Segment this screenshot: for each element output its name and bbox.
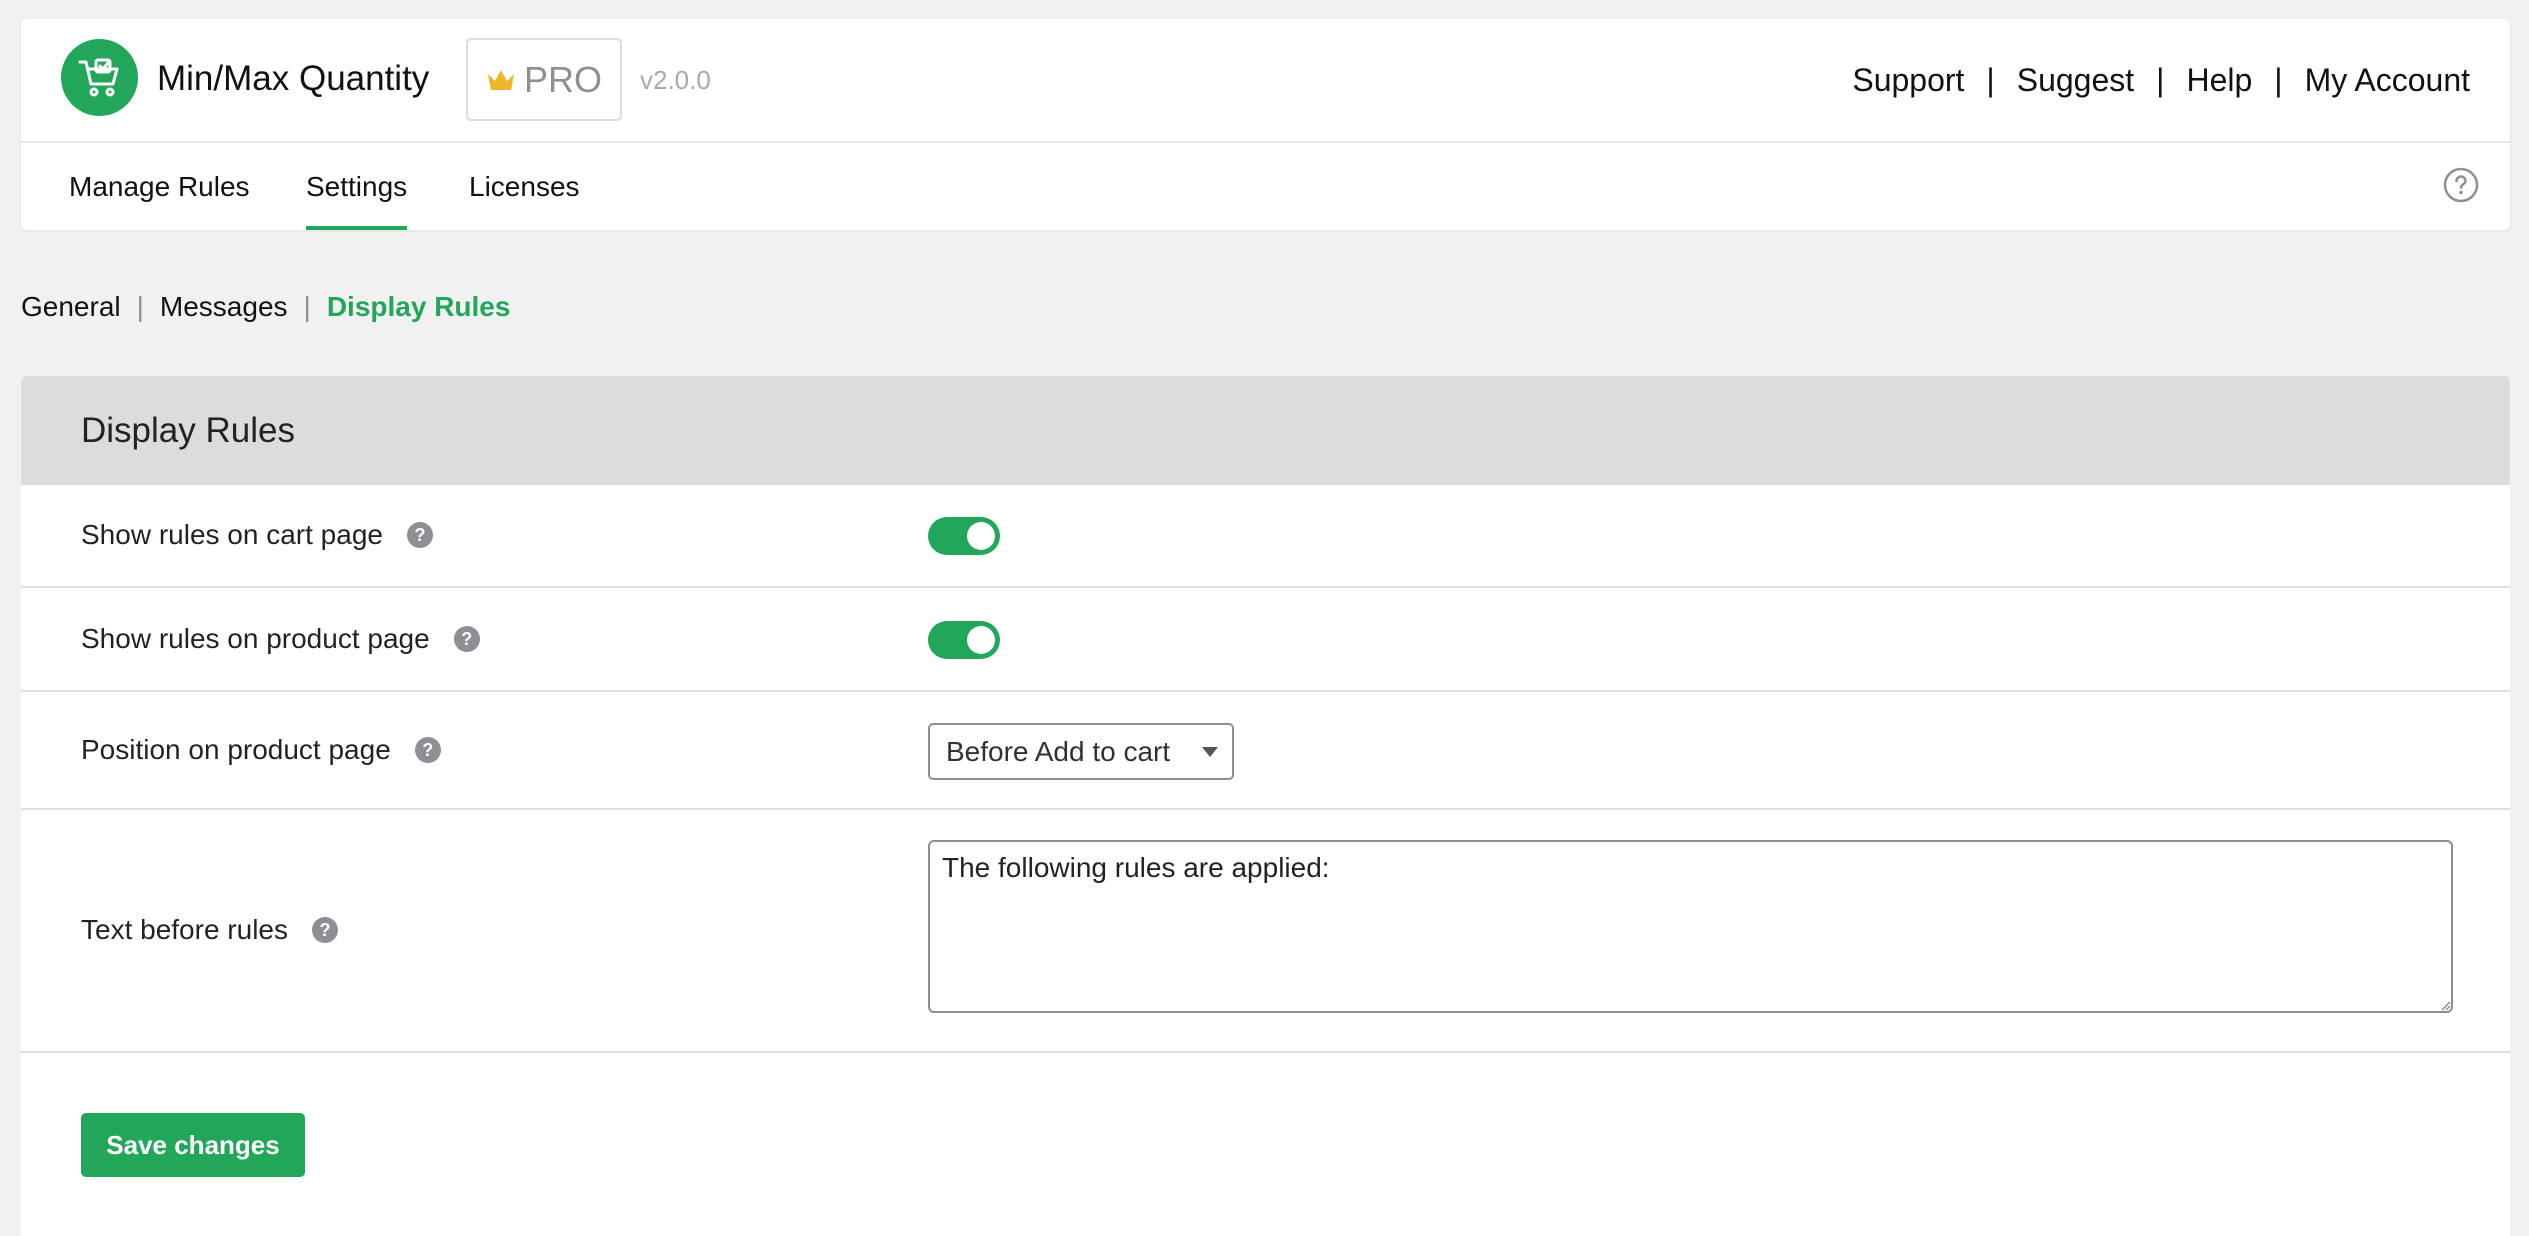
chevron-down-icon: [1202, 747, 1218, 757]
app-title: Min/Max Quantity: [157, 59, 430, 98]
tab-manage-rules[interactable]: Manage Rules: [69, 143, 250, 230]
setting-label: Show rules on product page ?: [81, 623, 480, 655]
crown-icon: [486, 59, 516, 101]
link-separator: |: [2156, 62, 2165, 98]
cart-page-label: Show rules on cart page: [81, 519, 383, 550]
cart-icon: [61, 39, 138, 116]
position-select[interactable]: Before Add to cart: [928, 723, 1234, 780]
subnav-separator: |: [303, 291, 311, 322]
pro-label: PRO: [523, 58, 602, 100]
section-title: Display Rules: [21, 376, 2510, 485]
subnav-separator: |: [136, 291, 144, 322]
cart-page-toggle[interactable]: [928, 517, 1000, 555]
product-page-label: Show rules on product page: [81, 623, 430, 654]
question-icon[interactable]: ?: [312, 917, 338, 943]
link-separator: |: [2274, 62, 2283, 98]
product-page-toggle[interactable]: [928, 621, 1000, 659]
link-separator: |: [1986, 62, 1995, 98]
support-link[interactable]: Support: [1852, 62, 1964, 99]
header-card: Min/Max Quantity PRO v2.0.0 Support | Su…: [21, 19, 2510, 230]
suggest-link[interactable]: Suggest: [2017, 62, 2134, 99]
resize-grip-icon[interactable]: [2439, 999, 2451, 1011]
subnav-display-rules[interactable]: Display Rules: [327, 291, 511, 323]
question-icon[interactable]: ?: [414, 737, 441, 763]
text-before-label: Text before rules: [81, 914, 288, 945]
position-select-value: Before Add to cart: [946, 735, 1171, 767]
setting-label: Show rules on cart page ?: [81, 519, 433, 551]
help-link[interactable]: Help: [2186, 62, 2252, 99]
subnav-general[interactable]: General: [21, 291, 121, 323]
brand-row: Min/Max Quantity PRO v2.0.0 Support | Su…: [21, 19, 2510, 143]
position-label: Position on product page: [81, 734, 391, 765]
toggle-knob: [967, 522, 995, 550]
setting-label: Position on product page ?: [81, 734, 441, 766]
toggle-knob: [967, 626, 995, 654]
save-button[interactable]: Save changes: [81, 1113, 305, 1177]
tab-licenses[interactable]: Licenses: [469, 143, 580, 230]
question-icon[interactable]: ?: [453, 626, 480, 652]
question-icon[interactable]: ?: [406, 522, 433, 548]
main-tabs: Manage Rules Settings Licenses: [21, 143, 2510, 230]
settings-subnav: General | Messages | Display Rules: [21, 291, 510, 323]
tab-settings[interactable]: Settings: [306, 143, 408, 230]
pro-badge[interactable]: PRO: [466, 38, 622, 121]
setting-row-position: Position on product page ? Before Add to…: [21, 692, 2510, 810]
setting-row-text-before: Text before rules ? The following rules …: [21, 810, 2510, 1053]
subnav-messages[interactable]: Messages: [160, 291, 288, 323]
setting-row-product-page: Show rules on product page ?: [21, 588, 2510, 692]
setting-row-cart-page: Show rules on cart page ?: [21, 485, 2510, 588]
setting-label: Text before rules ?: [81, 914, 338, 946]
my-account-link[interactable]: My Account: [2305, 62, 2470, 99]
version-label: v2.0.0: [640, 65, 711, 95]
settings-card: Display Rules Show rules on cart page ? …: [21, 376, 2510, 1236]
top-links: Support | Suggest | Help | My Account: [1852, 62, 2470, 99]
text-before-textarea[interactable]: The following rules are applied:: [928, 840, 2453, 1013]
question-circle-icon[interactable]: [2443, 167, 2479, 203]
